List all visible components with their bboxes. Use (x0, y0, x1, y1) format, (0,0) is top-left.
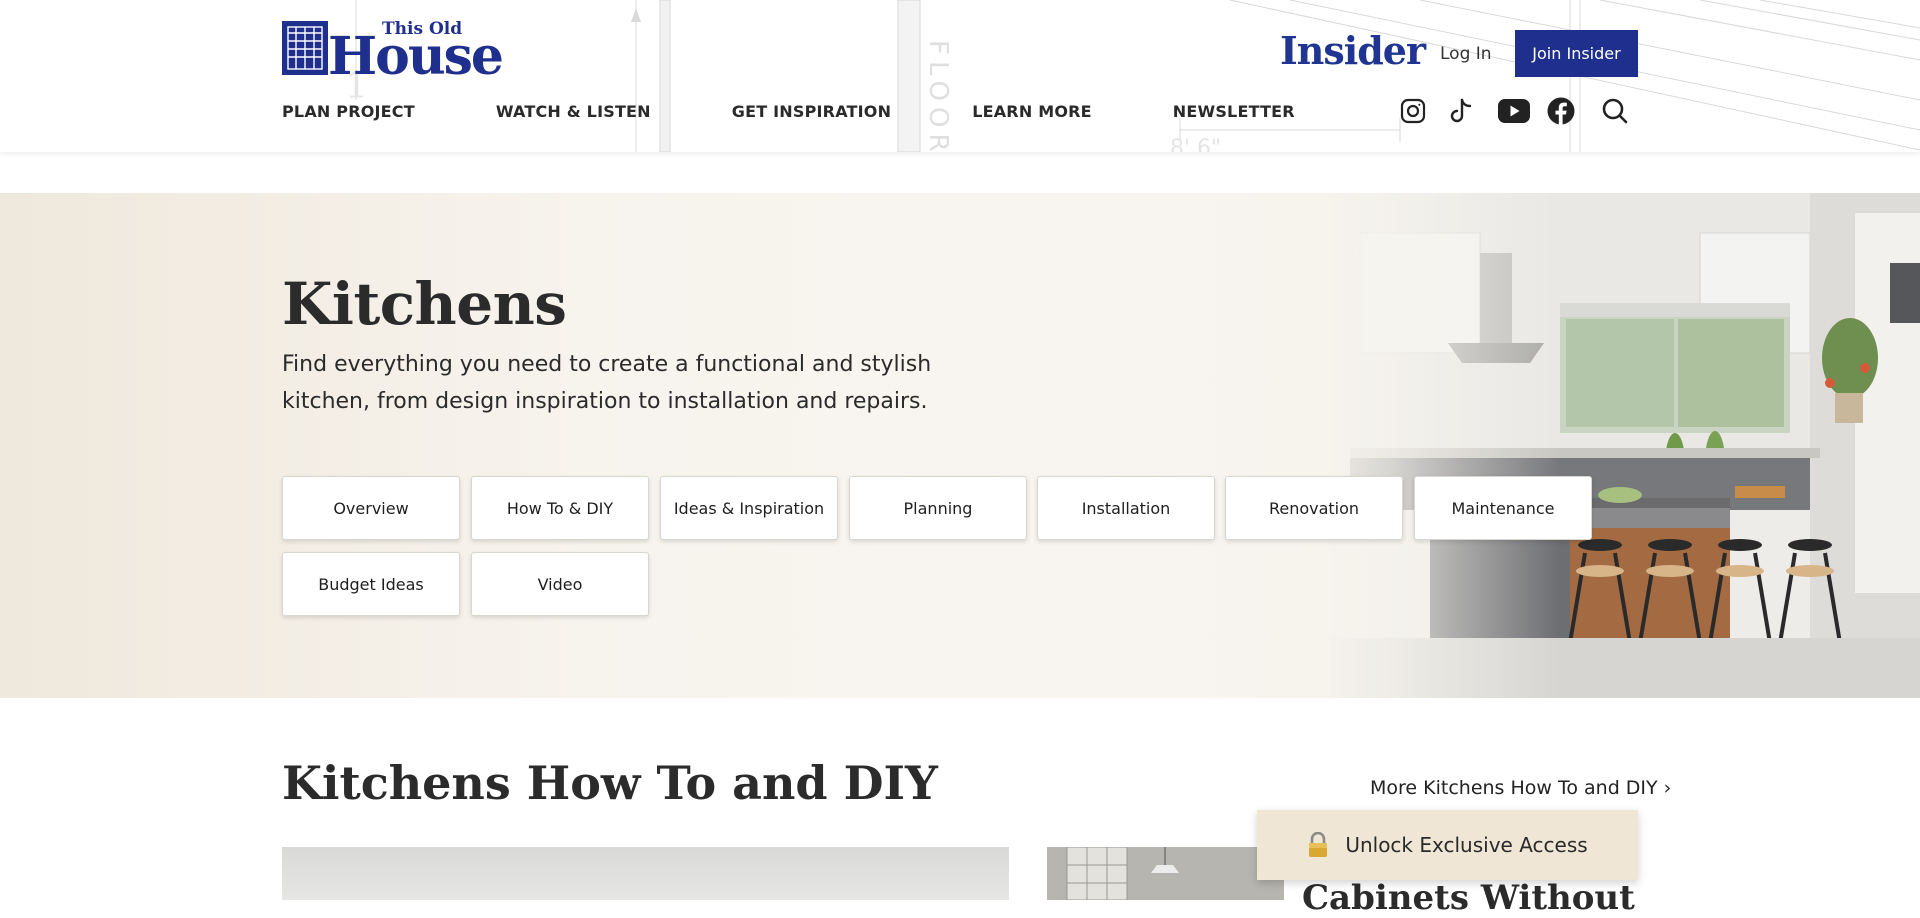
page-description: Find everything you need to create a fun… (282, 352, 932, 414)
hero-image-fade (1300, 193, 1560, 698)
hero-banner (0, 193, 1920, 698)
login-link[interactable]: Log In (1440, 44, 1492, 64)
category-overview[interactable]: Overview (282, 476, 460, 540)
article-card-image-right[interactable] (1047, 846, 1284, 901)
category-maintenance[interactable]: Maintenance (1414, 476, 1592, 540)
unlock-exclusive-access-button[interactable]: Unlock Exclusive Access (1257, 810, 1638, 880)
category-ideas-inspiration[interactable]: Ideas & Inspiration (660, 476, 838, 540)
nav-plan-project[interactable]: PLAN PROJECT (282, 102, 415, 121)
site-header: FLOOR 8' 6" 1 This Old House Insider Log… (0, 0, 1920, 152)
category-video[interactable]: Video (471, 552, 649, 616)
section-title: Kitchens How To and DIY (282, 756, 938, 810)
instagram-icon[interactable] (1398, 96, 1428, 126)
main-nav: PLAN PROJECT WATCH & LISTEN GET INSPIRAT… (282, 102, 1295, 121)
unlock-label: Unlock Exclusive Access (1345, 833, 1588, 857)
category-renovation[interactable]: Renovation (1225, 476, 1403, 540)
kitchen-thumbnail (1047, 846, 1284, 901)
search-icon[interactable] (1600, 96, 1630, 126)
blueprint-label: FLOOR (923, 40, 953, 152)
join-insider-button[interactable]: Join Insider (1515, 30, 1638, 77)
tiktok-icon[interactable] (1447, 96, 1477, 126)
this-old-house-logo[interactable]: This Old House (282, 18, 536, 76)
nav-newsletter[interactable]: NEWSLETTER (1173, 102, 1295, 121)
blueprint-dimension: 8' 6" (1170, 136, 1221, 152)
nav-watch-listen[interactable]: WATCH & LISTEN (496, 102, 651, 121)
youtube-icon[interactable] (1497, 96, 1531, 126)
nav-get-inspiration[interactable]: GET INSPIRATION (732, 102, 891, 121)
article-card-image[interactable] (282, 847, 1009, 900)
nav-learn-more[interactable]: LEARN MORE (972, 102, 1092, 121)
facebook-icon[interactable] (1546, 96, 1576, 126)
page-title: Kitchens (282, 270, 567, 338)
lock-icon (1307, 832, 1329, 858)
insider-logo[interactable]: Insider (1280, 28, 1426, 73)
category-budget-ideas[interactable]: Budget Ideas (282, 552, 460, 616)
article-card-title[interactable]: Cabinets Without (1302, 878, 1635, 918)
more-how-to-link[interactable]: More Kitchens How To and DIY › (1370, 777, 1671, 799)
category-how-to-diy[interactable]: How To & DIY (471, 476, 649, 540)
svg-text:House: House (328, 26, 502, 76)
category-installation[interactable]: Installation (1037, 476, 1215, 540)
category-planning[interactable]: Planning (849, 476, 1027, 540)
